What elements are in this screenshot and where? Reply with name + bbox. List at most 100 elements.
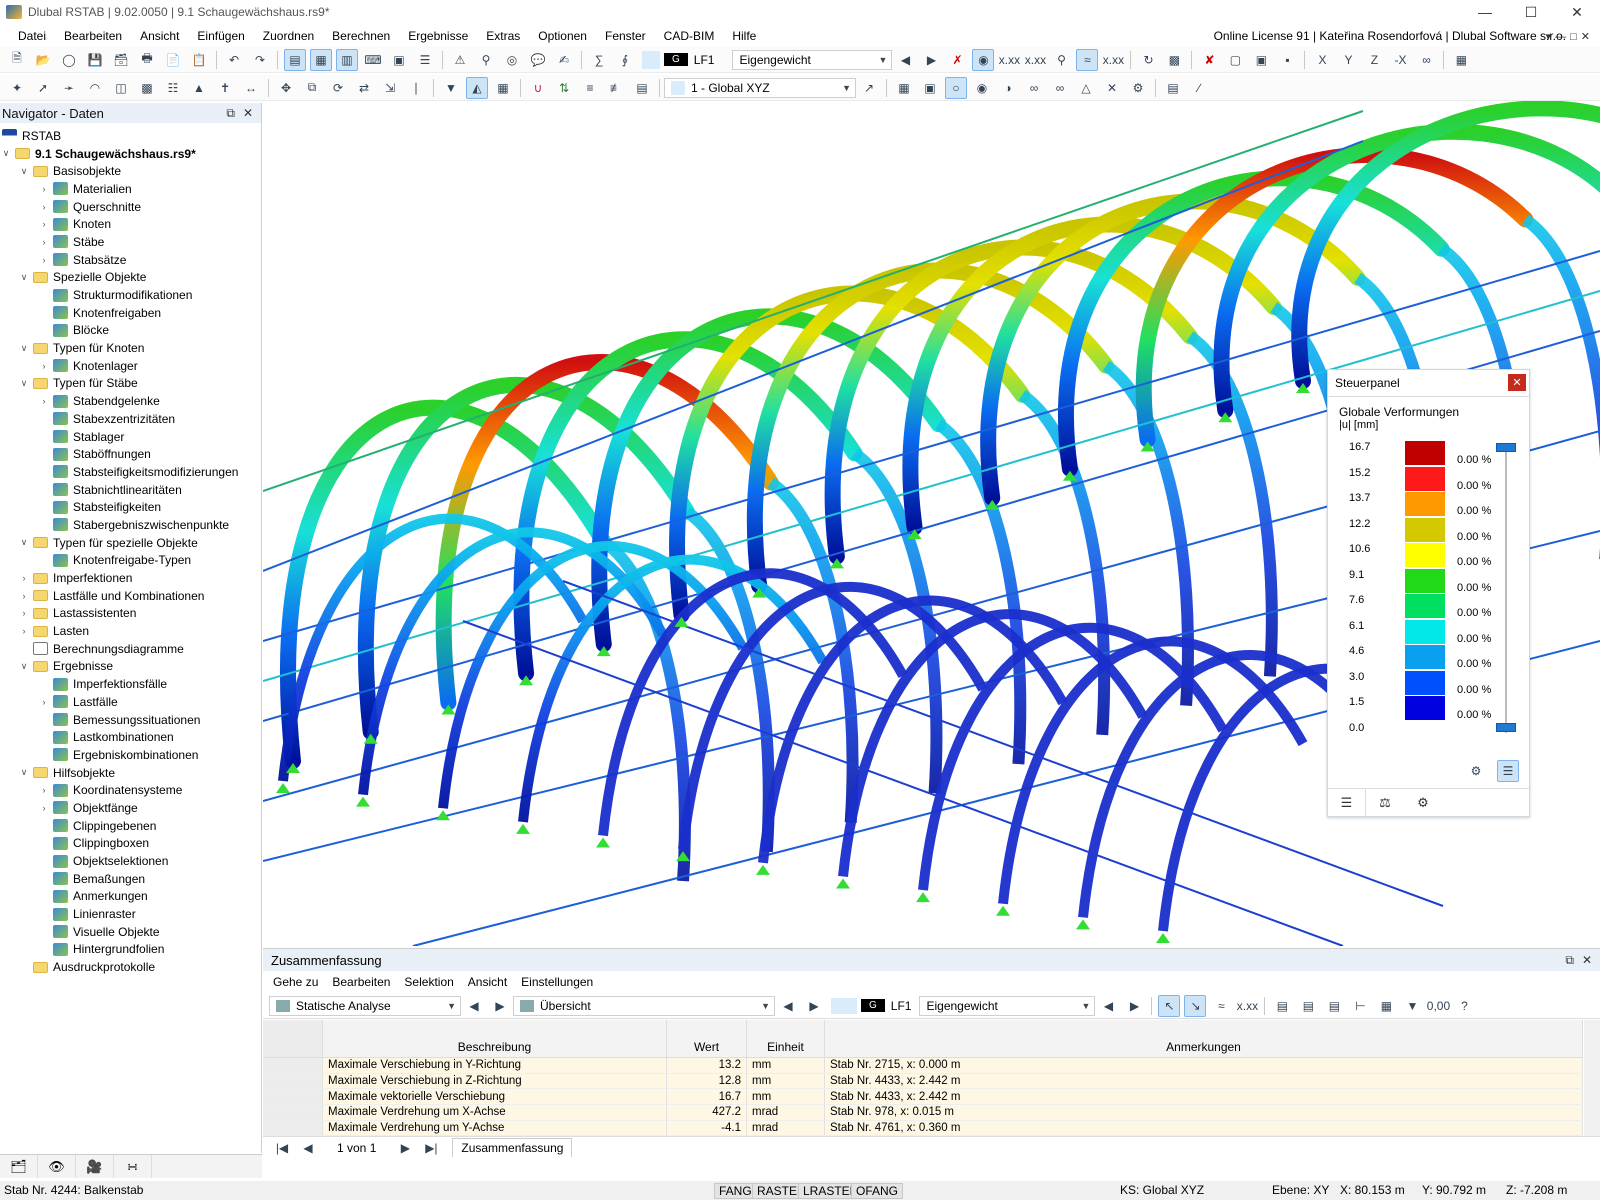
menu-einfuegen[interactable]: Einfügen (188, 29, 253, 43)
maximize-button[interactable]: ☐ (1508, 0, 1554, 24)
annotation-icon[interactable]: ✍ (553, 49, 575, 71)
view-model-icon[interactable]: ○ (945, 77, 967, 99)
previous-icon[interactable]: ◀ (777, 995, 799, 1017)
tree-root[interactable]: RSTAB (0, 127, 261, 145)
expand-icon[interactable]: › (18, 608, 30, 618)
expand-icon[interactable]: › (38, 184, 50, 194)
tab-display-icon[interactable]: 👁 (38, 1155, 76, 1178)
table-scrollbar[interactable] (1584, 1020, 1600, 1140)
tree-item[interactable]: Knotenfreigaben (0, 304, 261, 322)
filter-icon[interactable]: ▼ (1401, 995, 1423, 1017)
tree-item[interactable]: Berechnungsdiagramme (0, 640, 261, 658)
scale-tab-icon[interactable]: ⚖ (1366, 789, 1404, 816)
summary-menu-selection[interactable]: Selektion (404, 975, 453, 989)
first-page-icon[interactable]: |◀ (271, 1137, 293, 1159)
expand-icon[interactable]: › (38, 361, 50, 371)
deformed-icon[interactable]: ∪ (527, 77, 549, 99)
tree-item[interactable]: Objektselektionen (0, 852, 261, 870)
tree-item[interactable]: Ergebniskombinationen (0, 746, 261, 764)
new-member-icon[interactable]: ➚ (32, 77, 54, 99)
mirror-icon[interactable]: ⇄ (353, 77, 375, 99)
table-row[interactable]: Maximale Verdrehung um X-Achse427.2mradS… (263, 1105, 1583, 1121)
export-excel-icon[interactable]: ▦ (1375, 995, 1397, 1017)
next-icon[interactable]: ▶ (803, 995, 825, 1017)
pattern-icon[interactable]: ▩ (136, 77, 158, 99)
search-icon[interactable]: ⚲ (475, 49, 497, 71)
tree-item[interactable]: ›Objektfänge (0, 799, 261, 817)
tree-item[interactable]: ∨Typen für Stäbe (0, 375, 261, 393)
section-icon[interactable]: ▩ (1163, 49, 1185, 71)
tab-summary[interactable]: Zusammenfassung (452, 1138, 572, 1157)
isometric-icon[interactable]: ∞ (1415, 49, 1437, 71)
analysis-type-select[interactable]: Statische Analyse ▼ (269, 996, 461, 1016)
table-row[interactable]: Maximale Verdrehung um Y-Achse-4.1mradSt… (263, 1121, 1583, 1137)
panel-scale-icon[interactable]: ☰ (1497, 760, 1519, 782)
table-row[interactable]: Maximale Verschiebung in Z-Richtung12.8m… (263, 1074, 1583, 1090)
table-row[interactable]: Maximale Verschiebung in Y-Richtung13.2m… (263, 1058, 1583, 1074)
new-arc-icon[interactable]: ◠ (84, 77, 106, 99)
undo-icon[interactable]: ↶ (223, 49, 245, 71)
expand-icon[interactable]: ∨ (0, 148, 12, 159)
panel-settings-icon[interactable]: ⚙ (1465, 760, 1487, 782)
target-icon[interactable]: ◎ (501, 49, 523, 71)
close-icon[interactable]: ✕ (1508, 374, 1526, 391)
tree-item[interactable]: Staböffnungen (0, 445, 261, 463)
table-columns-icon[interactable]: ▤ (1323, 995, 1345, 1017)
expand-icon[interactable]: › (18, 591, 30, 601)
mode-object-snap[interactable]: OFANG (851, 1183, 903, 1199)
previous-page-icon[interactable]: ◀ (297, 1137, 319, 1159)
select-in-model-icon[interactable]: ↖ (1158, 995, 1180, 1017)
delete-icon[interactable]: ✘ (1198, 49, 1220, 71)
column-header-unit[interactable]: Einheit (747, 1020, 825, 1057)
lock-icon[interactable]: ⚲ (1050, 49, 1072, 71)
cube-icon[interactable]: ▢ (1224, 49, 1246, 71)
undock-icon[interactable]: ⧉ (1565, 953, 1574, 968)
tree-item[interactable]: ›Lastfälle (0, 693, 261, 711)
mode-snap[interactable]: FANG (714, 1183, 757, 1199)
tree-item[interactable]: Bemaßungen (0, 870, 261, 888)
menu-berechnen[interactable]: Berechnen (323, 29, 399, 43)
expand-icon[interactable]: › (38, 803, 50, 813)
distribute-icon[interactable]: ≢ (605, 77, 627, 99)
multi-node-icon[interactable]: ☷ (162, 77, 184, 99)
filter-tab-icon[interactable]: ⚙ (1404, 789, 1442, 816)
table-toggle-icon[interactable]: ▦ (310, 49, 332, 71)
measure-icon[interactable]: ∕ (1188, 77, 1210, 99)
close-icon[interactable]: ✕ (1582, 953, 1592, 967)
align-icon[interactable]: ≡ (579, 77, 601, 99)
new-node-icon[interactable]: ✦ (6, 77, 28, 99)
redo-icon[interactable]: ↷ (249, 49, 271, 71)
tree-item[interactable]: ∨Spezielle Objekte (0, 269, 261, 287)
last-page-icon[interactable]: ▶| (420, 1137, 442, 1159)
rotate-icon[interactable]: ⟳ (327, 77, 349, 99)
mdi-controls[interactable]: ▾—□✕ (1546, 30, 1594, 43)
deformation-icon[interactable]: ≈ (1076, 49, 1098, 71)
next-icon[interactable]: ▶ (920, 49, 942, 71)
load-case-select[interactable]: Eigengewicht ▼ (732, 50, 892, 70)
values-icon[interactable]: x.xx (1236, 995, 1258, 1017)
support-icon[interactable]: ▲ (188, 77, 210, 99)
tree-item[interactable]: Stabexzentrizitäten (0, 410, 261, 428)
comment-icon[interactable]: 💬 (527, 49, 549, 71)
collapse-icon[interactable]: ∨ (18, 272, 30, 283)
tab-results-icon[interactable]: ∺ (114, 1155, 152, 1178)
tree-item[interactable]: Hintergrundfolien (0, 941, 261, 959)
tree-item[interactable]: Stabsteifigkeitsmodifizierungen (0, 463, 261, 481)
result-values-icon[interactable]: x.xx (1024, 49, 1046, 71)
menu-bearbeiten[interactable]: Bearbeiten (55, 29, 131, 43)
relation-icon[interactable]: ⊢ (1349, 995, 1371, 1017)
next-icon[interactable]: ▶ (1123, 995, 1145, 1017)
tree-item[interactable]: ›Lasten (0, 622, 261, 640)
table-rows-icon[interactable]: ▤ (1297, 995, 1319, 1017)
menu-extras[interactable]: Extras (477, 29, 529, 43)
model-check-icon[interactable]: ⚠ (449, 49, 471, 71)
collapse-icon[interactable]: ∨ (18, 378, 30, 389)
summary-menu-settings[interactable]: Einstellungen (521, 975, 593, 989)
menu-datei[interactable]: Datei (0, 29, 55, 43)
table-view-select[interactable]: Übersicht ▼ (513, 996, 775, 1016)
webservice-icon[interactable]: ◯ (58, 49, 80, 71)
tree-item[interactable]: Bemessungssituationen (0, 711, 261, 729)
tree-item[interactable]: Visuelle Objekte (0, 923, 261, 941)
tab-data-icon[interactable]: 🗂 (0, 1155, 38, 1178)
collapse-icon[interactable]: ∨ (18, 537, 30, 548)
